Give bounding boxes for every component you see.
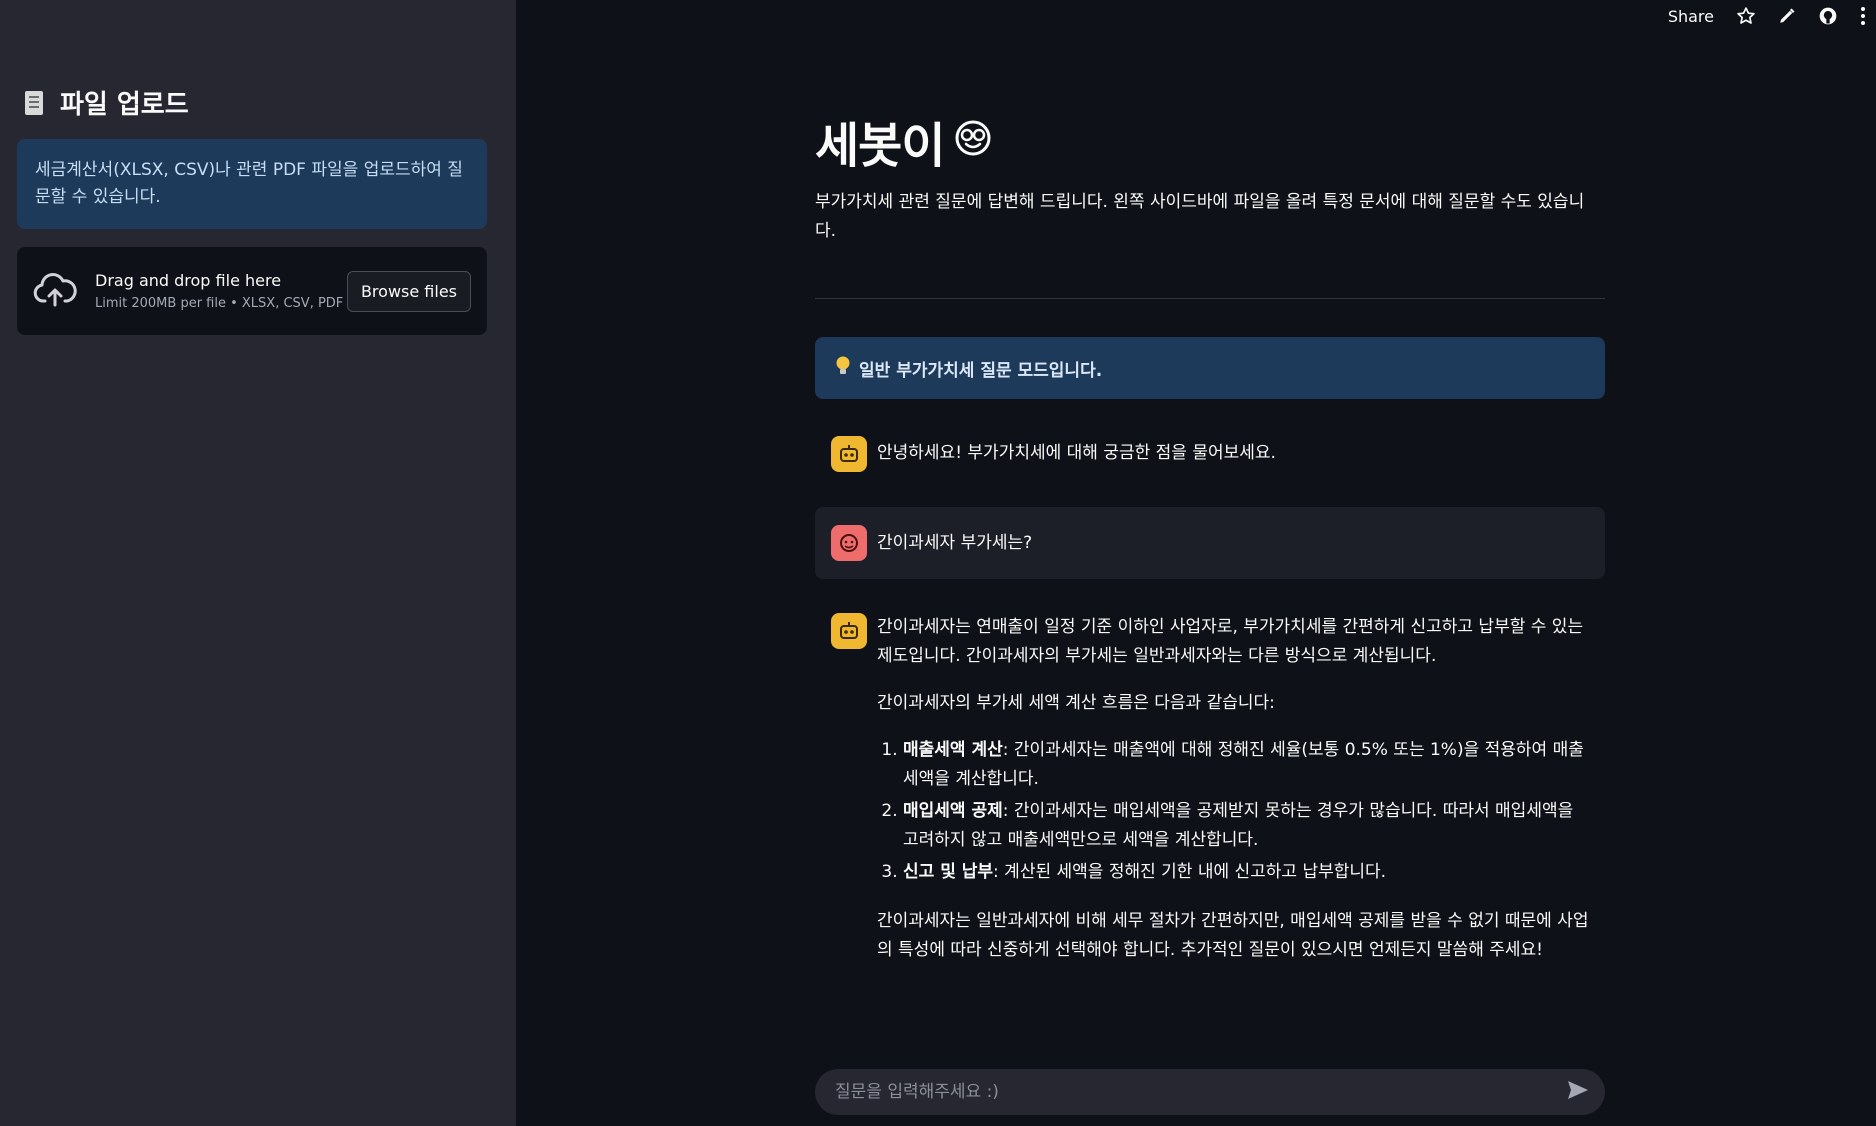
- chat-input-bar: [815, 1069, 1605, 1115]
- chat-message-assistant: 간이과세자는 연매출이 일정 기준 이하인 사업자로, 부가가치세를 간편하게 …: [815, 613, 1605, 983]
- page-title-text: 세봇이: [815, 118, 945, 174]
- pencil-icon[interactable]: [1778, 7, 1796, 25]
- uploader-limit-text: Limit 200MB per file • XLSX, CSV, PDF: [95, 296, 344, 311]
- step-text: : 간이과세자는 매입세액을 공제받지 못하는 경우가 많습니다. 따라서 매입…: [903, 801, 1574, 850]
- uploader-main-text: Drag and drop file here: [95, 271, 282, 290]
- chat-answer-body: 간이과세자는 연매출이 일정 기준 이하인 사업자로, 부가가치세를 간편하게 …: [877, 613, 1589, 983]
- sidebar-header: 파일 업로드: [22, 84, 189, 121]
- share-button[interactable]: Share: [1668, 7, 1714, 26]
- list-item: 매출세액 계산: 간이과세자는 매출액에 대해 정해진 세율(보통 0.5% 또…: [903, 736, 1589, 794]
- lightbulb-icon: [835, 355, 851, 382]
- uploader-text: Drag and drop file here Limit 200MB per …: [95, 271, 347, 311]
- page-subtitle: 부가가치세 관련 질문에 답변해 드립니다. 왼쪽 사이드바에 파일을 올려 특…: [815, 192, 1585, 241]
- nerd-face-icon: [954, 113, 992, 169]
- answer-closing: 간이과세자는 일반과세자에 비해 세무 절차가 간편하지만, 매입세액 공제를 …: [877, 911, 1589, 960]
- step-title: 매출세액 계산: [903, 740, 1003, 760]
- browse-files-button[interactable]: Browse files: [346, 270, 471, 312]
- answer-flow-intro: 간이과세자의 부가세 세액 계산 흐름은 다음과 같습니다:: [877, 693, 1275, 713]
- cloud-upload-icon: [33, 269, 77, 313]
- robot-icon: [831, 436, 867, 472]
- list-item: 매입세액 공제: 간이과세자는 매입세액을 공제받지 못하는 경우가 많습니다.…: [903, 797, 1589, 855]
- answer-intro: 간이과세자는 연매출이 일정 기준 이하인 사업자로, 부가가치세를 간편하게 …: [877, 617, 1584, 666]
- kebab-menu-icon[interactable]: [1860, 6, 1866, 26]
- sidebar: 파일 업로드 세금계산서(XLSX, CSV)나 관련 PDF 파일을 업로드하…: [0, 0, 516, 1126]
- sidebar-info-box: 세금계산서(XLSX, CSV)나 관련 PDF 파일을 업로드하여 질문할 수…: [17, 139, 487, 229]
- answer-steps: 매출세액 계산: 간이과세자는 매출액에 대해 정해진 세율(보통 0.5% 또…: [877, 736, 1589, 887]
- user-face-icon: [831, 525, 867, 561]
- step-title: 매입세액 공제: [903, 801, 1003, 821]
- step-text: : 간이과세자는 매출액에 대해 정해진 세율(보통 0.5% 또는 1%)을 …: [903, 740, 1584, 789]
- chat-message-assistant: 안녕하세요! 부가가치세에 대해 궁금한 점을 물어보세요.: [815, 436, 1605, 472]
- top-toolbar: Share: [1668, 2, 1866, 30]
- chat-input[interactable]: [833, 1081, 1567, 1103]
- send-icon[interactable]: [1567, 1080, 1589, 1104]
- robot-icon: [831, 613, 867, 649]
- mode-notice: 일반 부가가치세 질문 모드입니다.: [815, 337, 1605, 399]
- star-icon[interactable]: [1736, 6, 1756, 26]
- step-title: 신고 및 납부: [903, 862, 994, 882]
- page-title: 세봇이: [815, 106, 992, 176]
- github-icon[interactable]: [1818, 6, 1838, 26]
- chat-message-text: 안녕하세요! 부가가치세에 대해 궁금한 점을 물어보세요.: [877, 443, 1276, 463]
- list-item: 신고 및 납부: 계산된 세액을 정해진 기한 내에 신고하고 납부합니다.: [903, 858, 1589, 887]
- sidebar-title: 파일 업로드: [60, 90, 189, 120]
- mode-notice-text: 일반 부가가치세 질문 모드입니다.: [859, 360, 1103, 381]
- chat-message-text: 간이과세자 부가세는?: [877, 532, 1033, 553]
- step-text: : 계산된 세액을 정해진 기한 내에 신고하고 납부합니다.: [993, 862, 1387, 882]
- divider: [815, 298, 1605, 299]
- document-icon: [22, 89, 48, 117]
- chat-message-user: 간이과세자 부가세는?: [815, 507, 1605, 579]
- file-uploader-dropzone[interactable]: Drag and drop file here Limit 200MB per …: [17, 247, 487, 335]
